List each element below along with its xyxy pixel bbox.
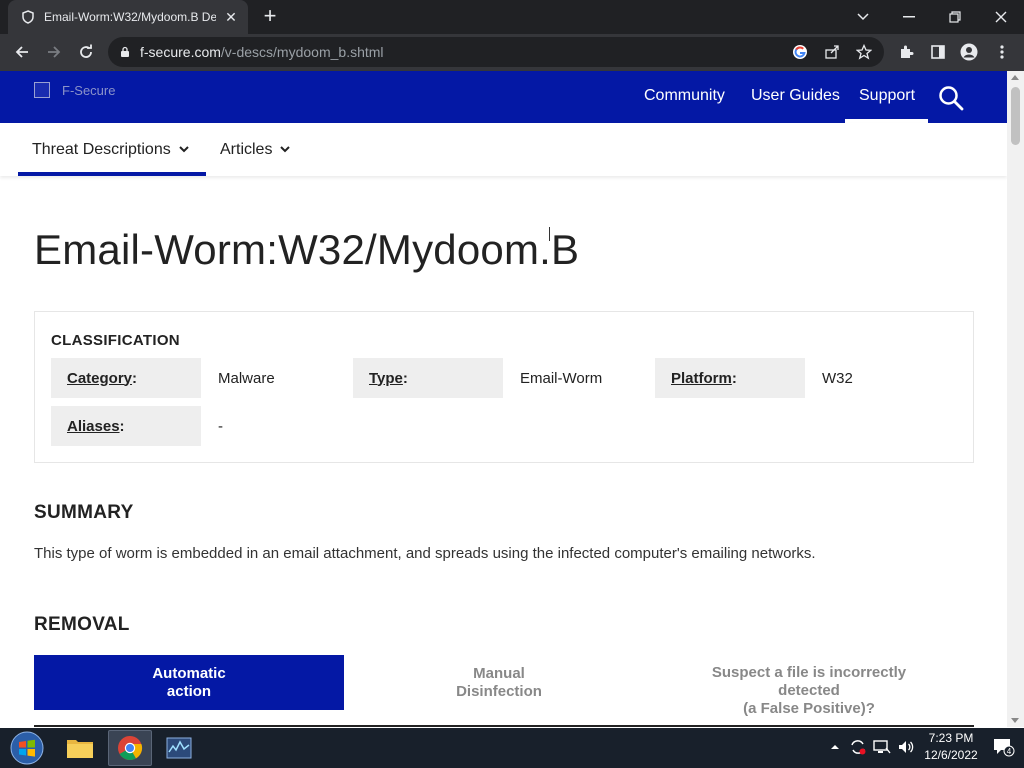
resource-monitor-icon[interactable] bbox=[157, 730, 201, 766]
site-header: F-Secure Community User Guides Support bbox=[0, 71, 1007, 123]
active-subnav-indicator bbox=[18, 172, 206, 176]
platform-link[interactable]: Platform bbox=[671, 370, 732, 387]
page-viewport: F-Secure Community User Guides Support T… bbox=[0, 71, 1024, 727]
broken-image-icon bbox=[34, 82, 50, 98]
aliases-link[interactable]: Aliases bbox=[67, 418, 120, 435]
lock-icon bbox=[120, 46, 130, 58]
bookmark-star-icon[interactable] bbox=[854, 42, 874, 62]
summary-text: This type of worm is embedded in an emai… bbox=[34, 545, 816, 562]
tabs-divider bbox=[34, 725, 974, 727]
removal-tabs: Automatic action Manual Disinfection Suspe… bbox=[34, 655, 974, 727]
summary-heading: SUMMARY bbox=[34, 502, 134, 523]
platform-key: Platform: bbox=[655, 358, 805, 398]
platform-value: W32 bbox=[822, 370, 853, 387]
minimize-icon[interactable] bbox=[886, 0, 932, 34]
google-icon[interactable] bbox=[790, 42, 810, 62]
chrome-icon[interactable] bbox=[108, 730, 152, 766]
page-scrollbar[interactable] bbox=[1007, 71, 1024, 727]
clock-time: 7:23 PM bbox=[928, 731, 974, 745]
classification-box: CLASSIFICATION Category: Malware Type: E… bbox=[34, 311, 974, 463]
share-icon[interactable] bbox=[822, 42, 842, 62]
page-title: Email-Worm:W32/Mydoom.B bbox=[34, 226, 580, 273]
url-path: /v-descs/mydoom_b.shtml bbox=[220, 44, 384, 60]
aliases-value: - bbox=[218, 418, 223, 435]
chevron-down-icon bbox=[280, 145, 291, 156]
address-bar[interactable]: f-secure.com/v-descs/mydoom_b.shtml bbox=[108, 37, 884, 67]
volume-icon[interactable] bbox=[897, 738, 915, 756]
tab-manual-disinfection[interactable]: Manual Disinfection bbox=[344, 655, 654, 710]
sub-nav: Threat Descriptions Articles bbox=[0, 123, 1007, 176]
notification-count: 4 bbox=[1007, 747, 1012, 756]
type-link[interactable]: Type bbox=[369, 370, 403, 387]
scroll-down-arrow-icon[interactable] bbox=[1011, 718, 1019, 723]
os-taskbar: 7:23 PM 12/6/2022 4 bbox=[0, 728, 1024, 768]
tab-label-line: detected bbox=[778, 682, 840, 699]
network-icon[interactable] bbox=[873, 738, 891, 756]
back-arrow-icon[interactable] bbox=[8, 38, 36, 66]
nav-support[interactable]: Support bbox=[859, 87, 915, 105]
category-value: Malware bbox=[218, 370, 275, 387]
logo-alt-text: F-Secure bbox=[62, 82, 116, 98]
nav-user-guides[interactable]: User Guides bbox=[751, 87, 840, 105]
url-host: f-secure.com bbox=[140, 44, 221, 60]
browser-toolbar: f-secure.com/v-descs/mydoom_b.shtml bbox=[0, 34, 1024, 71]
shield-icon bbox=[20, 9, 36, 25]
tab-label-line: action bbox=[166, 682, 212, 700]
subnav-threat-descriptions[interactable]: Threat Descriptions bbox=[32, 141, 189, 159]
subnav-label: Threat Descriptions bbox=[32, 141, 171, 158]
tab-label-line: Suspect a file is incorrectly bbox=[711, 664, 907, 681]
side-panel-icon[interactable] bbox=[927, 41, 949, 63]
extensions-icon[interactable] bbox=[895, 41, 917, 63]
aliases-key: Aliases: bbox=[51, 406, 201, 446]
scroll-up-arrow-icon[interactable] bbox=[1011, 75, 1019, 80]
tab-false-positive[interactable]: Suspect a file is incorrectly detected (a … bbox=[654, 655, 964, 727]
forward-arrow-icon[interactable] bbox=[40, 38, 68, 66]
clock-date: 12/6/2022 bbox=[924, 748, 978, 762]
more-menu-icon[interactable] bbox=[991, 41, 1013, 63]
type-value: Email-Worm bbox=[520, 370, 603, 387]
site-logo[interactable]: F-Secure bbox=[34, 82, 115, 98]
category-link[interactable]: Category bbox=[67, 370, 132, 387]
profile-icon[interactable] bbox=[958, 41, 980, 63]
browser-tab[interactable]: Email-Worm:W32/Mydoom.B De ✕ bbox=[8, 0, 248, 34]
tab-label-line: Automatic bbox=[152, 664, 226, 682]
start-button[interactable] bbox=[8, 730, 46, 766]
classification-heading: CLASSIFICATION bbox=[51, 332, 180, 349]
tab-label-line: (a False Positive)? bbox=[743, 700, 875, 717]
browser-tab-strip: Email-Worm:W32/Mydoom.B De ✕ + bbox=[0, 0, 1024, 34]
sync-icon[interactable] bbox=[849, 738, 867, 756]
subnav-label: Articles bbox=[220, 141, 273, 158]
type-key: Type: bbox=[353, 358, 503, 398]
tab-label-line: Manual bbox=[473, 664, 525, 682]
tab-search-icon[interactable] bbox=[840, 0, 886, 34]
restore-icon[interactable] bbox=[932, 0, 978, 34]
new-tab-button[interactable]: + bbox=[258, 5, 282, 28]
file-explorer-icon[interactable] bbox=[58, 730, 102, 766]
reload-icon[interactable] bbox=[72, 38, 100, 66]
tab-title: Email-Worm:W32/Mydoom.B De bbox=[44, 10, 216, 24]
action-center-icon[interactable]: 4 bbox=[993, 738, 1015, 757]
system-clock[interactable]: 7:23 PM 12/6/2022 bbox=[920, 730, 982, 764]
tab-label-line: Disinfection bbox=[456, 682, 542, 700]
close-tab-icon[interactable]: ✕ bbox=[222, 8, 240, 26]
category-key: Category: bbox=[51, 358, 201, 398]
tab-automatic-action[interactable]: Automatic action bbox=[34, 655, 344, 710]
subnav-articles[interactable]: Articles bbox=[220, 141, 291, 159]
scrollbar-thumb[interactable] bbox=[1011, 87, 1020, 145]
chevron-down-icon bbox=[179, 145, 189, 156]
nav-community[interactable]: Community bbox=[644, 87, 725, 105]
text-cursor-icon bbox=[549, 227, 553, 241]
removal-heading: REMOVAL bbox=[34, 614, 130, 635]
show-hidden-icons-icon[interactable] bbox=[826, 738, 844, 756]
close-window-icon[interactable] bbox=[978, 0, 1024, 34]
search-icon[interactable] bbox=[937, 84, 965, 112]
